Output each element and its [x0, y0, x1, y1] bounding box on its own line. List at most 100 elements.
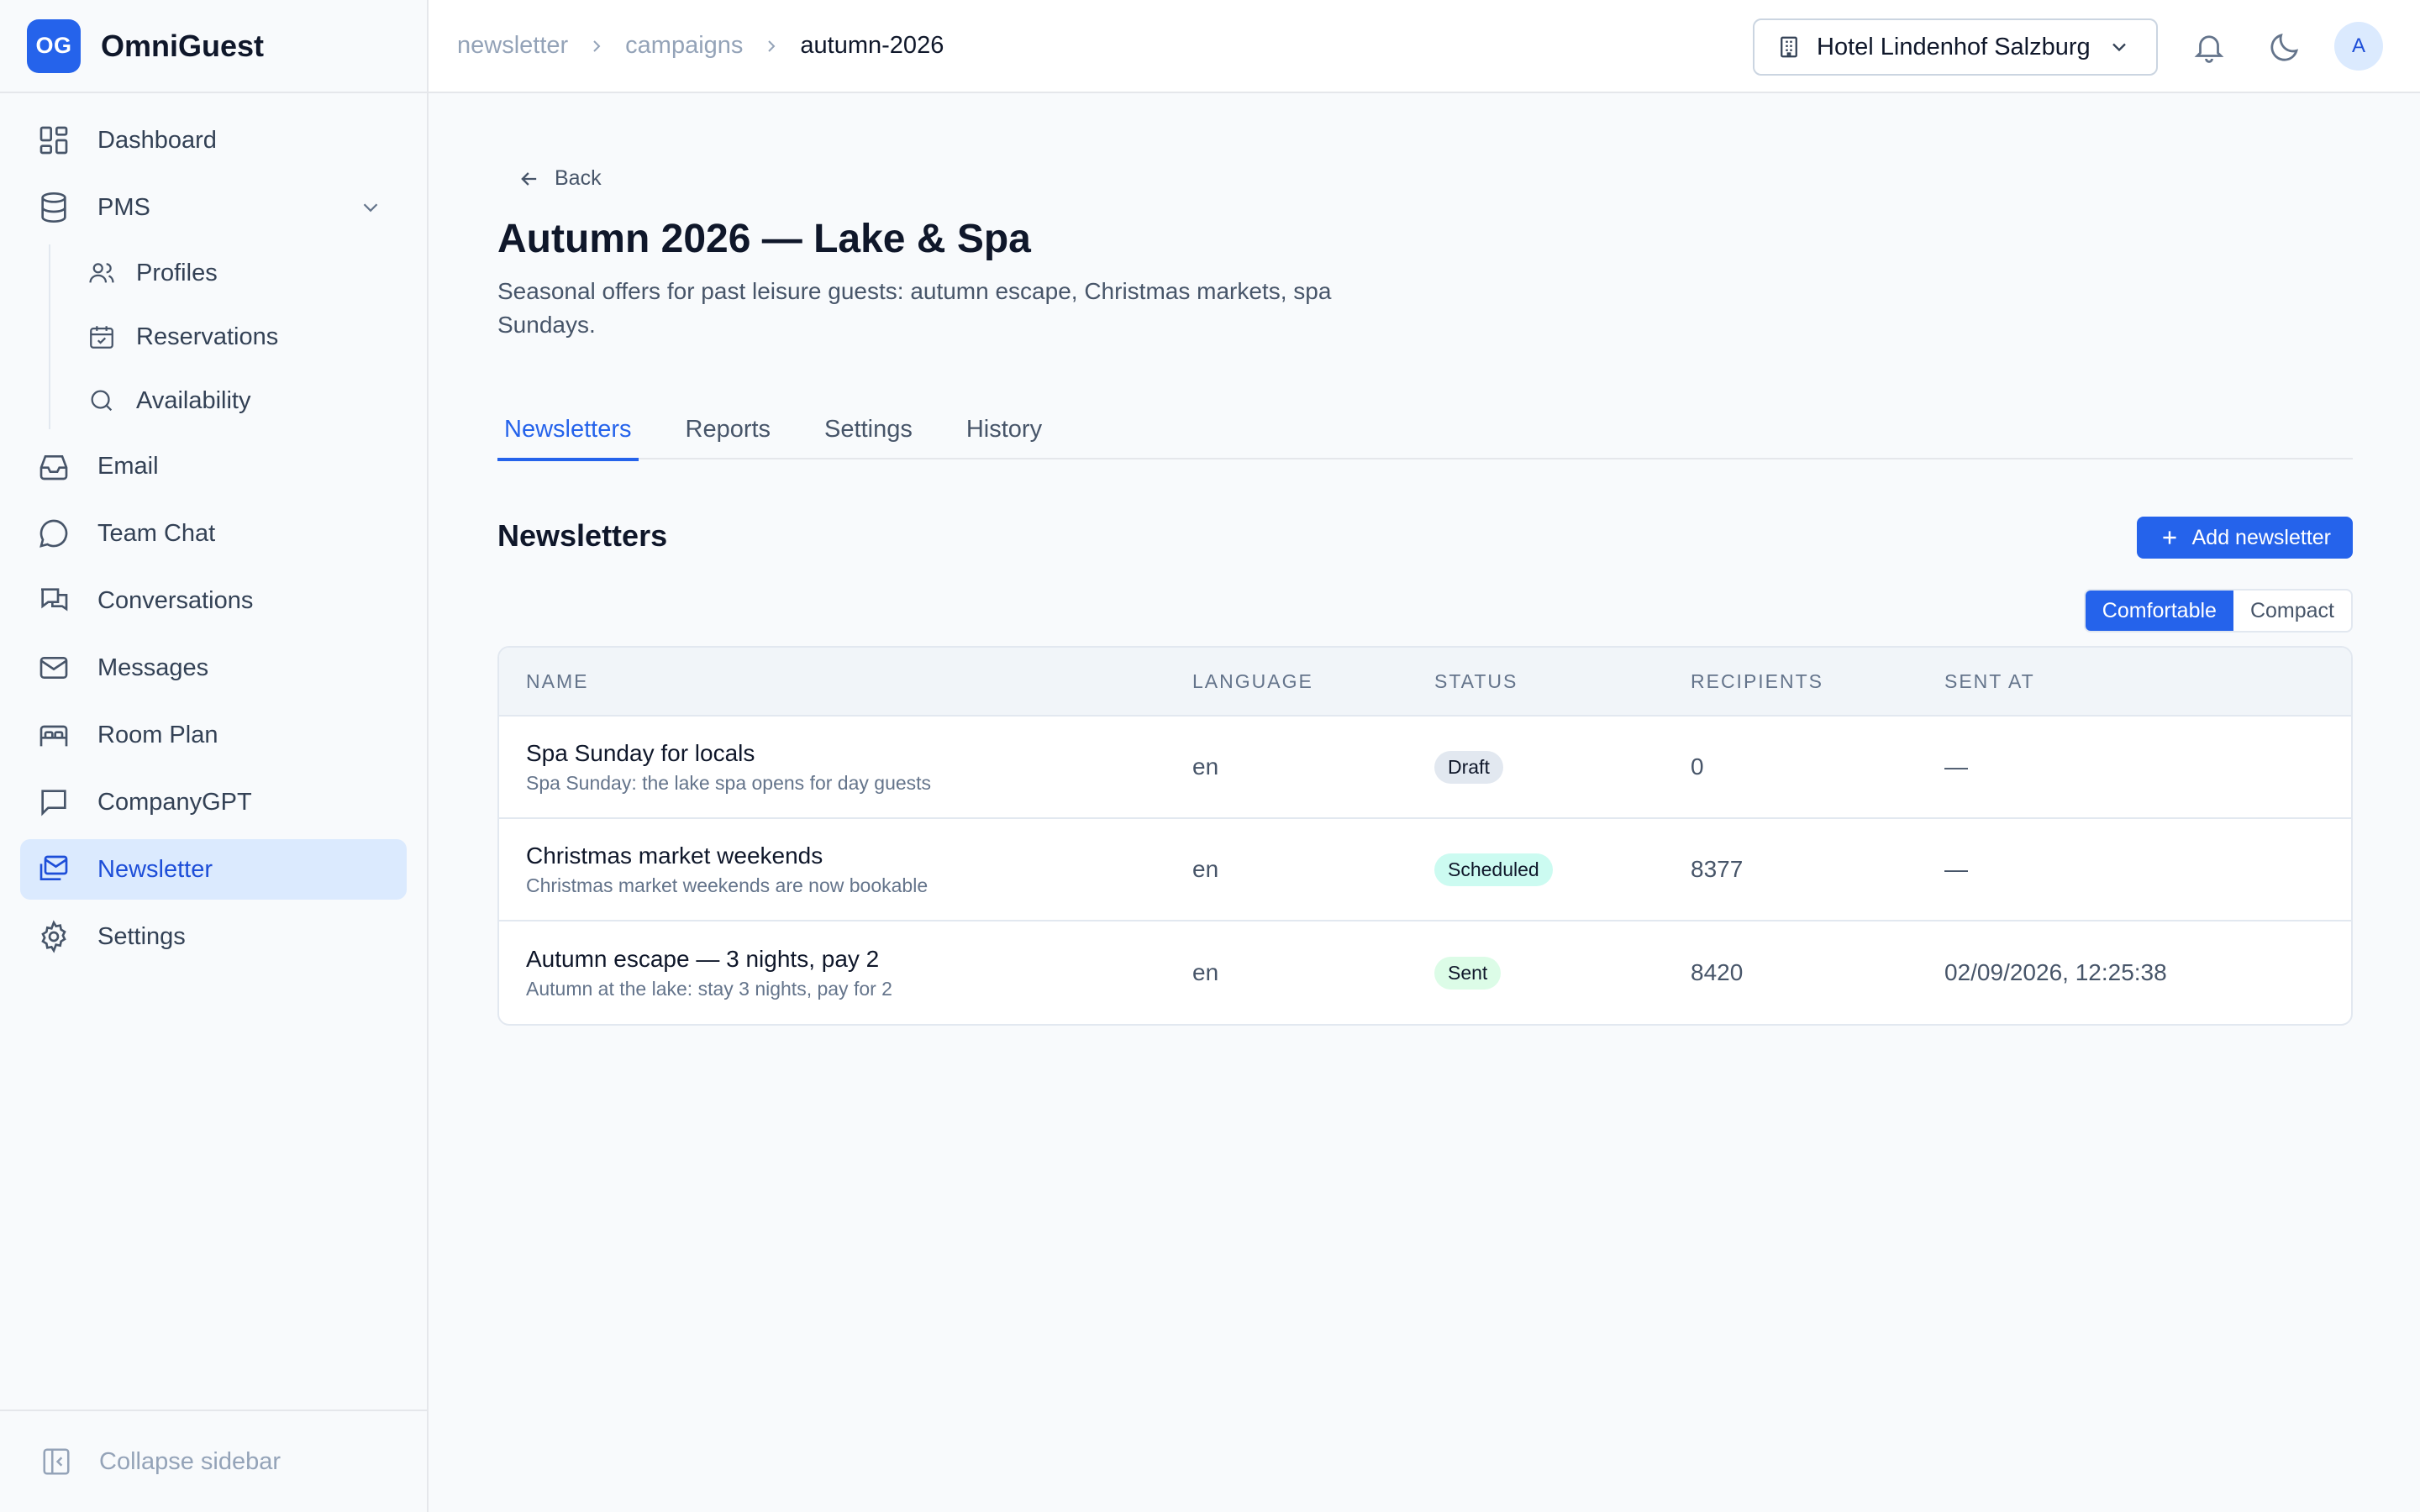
plus-icon — [2163, 531, 2176, 544]
arrow-left-icon — [521, 171, 537, 186]
sent-at-cell: — — [1944, 753, 1968, 780]
calendar-check-icon — [90, 326, 113, 349]
collapse-sidebar-button[interactable]: Collapse sidebar — [0, 1410, 427, 1512]
moon-icon[interactable] — [2267, 29, 2302, 65]
breadcrumb: newsletter campaigns autumn-2026 — [429, 32, 944, 60]
chevron-down-icon[interactable] — [358, 195, 383, 220]
chat-bubble-icon — [39, 519, 68, 548]
column-header-status[interactable]: STATUS — [1434, 670, 1518, 693]
hotel-select[interactable]: Hotel Lindenhof Salzburg — [1753, 18, 2158, 76]
tab-newsletters[interactable]: Newsletters — [497, 392, 639, 461]
section-title: Newsletters — [497, 518, 668, 553]
status-cell: Sent — [1434, 921, 1502, 1024]
add-newsletter-button[interactable]: Add newsletter — [2136, 517, 2353, 559]
sidebar-item-pms[interactable]: PMS — [20, 177, 407, 238]
hotel-select-value: Hotel Lindenhof Salzburg — [1817, 33, 2091, 60]
newsletter-subject: Spa Sunday: the lake spa opens for day g… — [526, 771, 932, 794]
sidebar-item-label: Availability — [136, 386, 251, 414]
sidebar-item-label: Room Plan — [97, 721, 218, 748]
brand[interactable]: OG OmniGuest — [0, 0, 427, 93]
status-cell: Draft — [1434, 717, 1503, 817]
chevron-right-icon — [768, 39, 776, 52]
sidebar-item-label: PMS — [97, 193, 150, 221]
tab-settings[interactable]: Settings — [818, 392, 919, 459]
inbox-icon — [39, 455, 68, 480]
density-comfortable[interactable]: Comfortable — [2085, 591, 2233, 631]
sidebar-item-label: Dashboard — [97, 126, 217, 154]
name-cell: Autumn escape — 3 nights, pay 2 Autumn a… — [526, 921, 892, 1024]
newsletter-name[interactable]: Spa Sunday for locals — [526, 740, 755, 767]
add-newsletter-label: Add newsletter — [2191, 525, 2331, 549]
status-badge: Scheduled — [1434, 853, 1553, 886]
table-row[interactable]: Christmas market weekends Christmas mark… — [499, 819, 2351, 921]
top-header: newsletter campaigns autumn-2026 Hotel L… — [429, 0, 2420, 93]
breadcrumb-campaigns[interactable]: campaigns — [625, 32, 743, 60]
newsletter-name[interactable]: Autumn escape — 3 nights, pay 2 — [526, 946, 879, 973]
language-cell: en — [1192, 856, 1219, 882]
column-header-language[interactable]: LANGUAGE — [1192, 670, 1313, 693]
bed-icon — [39, 725, 68, 747]
sidebar-item-messages[interactable]: Messages — [20, 638, 407, 698]
avatar[interactable]: A — [2334, 22, 2383, 71]
density-compact[interactable]: Compact — [2233, 591, 2351, 631]
pms-subnav: Profiles Reservations Availability — [49, 244, 427, 429]
building-icon — [1781, 36, 1797, 58]
column-header-sent-at[interactable]: SENT AT — [1944, 670, 2035, 693]
sidebar-item-label: Messages — [97, 654, 209, 681]
sidebar-item-label: CompanyGPT — [97, 788, 252, 816]
main-content: Back Autumn 2026 — Lake & Spa Seasonal o… — [429, 93, 2420, 1512]
sidebar-item-dashboard[interactable]: Dashboard — [20, 110, 407, 171]
brand-logo: OG — [27, 18, 81, 73]
newsletter-subject: Christmas market weekends are now bookab… — [526, 874, 929, 896]
collapse-sidebar-icon — [43, 1448, 70, 1475]
chevron-right-icon — [593, 39, 601, 52]
column-header-recipients[interactable]: RECIPIENTS — [1691, 670, 1823, 693]
page-description: Seasonal offers for past leisure guests:… — [497, 278, 1332, 338]
recipients-cell: 8420 — [1691, 959, 1744, 985]
status-badge: Draft — [1434, 750, 1503, 784]
bell-icon[interactable] — [2191, 29, 2227, 65]
chevron-down-icon — [2112, 43, 2126, 52]
brand-name: OmniGuest — [101, 28, 265, 63]
sidebar-item-settings[interactable]: Settings — [20, 906, 407, 967]
sidebar-item-profiles[interactable]: Profiles — [49, 244, 427, 302]
database-icon — [41, 192, 66, 223]
sent-at-cell: 02/09/2026, 12:25:38 — [1944, 959, 2167, 985]
mail-icon — [39, 657, 68, 679]
back-button[interactable]: Back — [518, 166, 602, 191]
sidebar-item-email[interactable]: Email — [20, 436, 407, 496]
table-row[interactable]: Autumn escape — 3 nights, pay 2 Autumn a… — [499, 921, 2351, 1024]
name-cell: Spa Sunday for locals Spa Sunday: the la… — [526, 717, 931, 817]
name-cell: Christmas market weekends Christmas mark… — [526, 819, 928, 920]
breadcrumb-current: autumn-2026 — [800, 32, 944, 59]
density-toggle: Comfortable Compact — [2083, 589, 2353, 633]
recipients-cell: 0 — [1691, 753, 1704, 780]
sidebar-item-label: Reservations — [136, 323, 279, 350]
sidebar-item-label: Profiles — [136, 259, 218, 286]
sidebar-item-availability[interactable]: Availability — [49, 372, 427, 429]
sidebar: OG OmniGuest Dashboard PMS Profiles Rese… — [0, 0, 429, 1512]
sidebar-item-companygpt[interactable]: CompanyGPT — [20, 772, 407, 832]
sidebar-nav: Dashboard PMS Profiles Reservations Avai… — [0, 93, 427, 967]
tab-reports[interactable]: Reports — [679, 392, 778, 459]
page-title: Autumn 2026 — Lake & Spa — [497, 217, 1031, 261]
breadcrumb-newsletter[interactable]: newsletter — [457, 32, 568, 60]
sidebar-item-conversations[interactable]: Conversations — [20, 570, 407, 631]
column-header-name[interactable]: NAME — [526, 670, 588, 693]
newsletters-table: NAME LANGUAGE STATUS RECIPIENTS SENT AT … — [497, 646, 2353, 1026]
dashboard-icon — [39, 126, 68, 155]
table-row[interactable]: Spa Sunday for locals Spa Sunday: the la… — [499, 717, 2351, 819]
sidebar-item-room-plan[interactable]: Room Plan — [20, 705, 407, 765]
newsletter-subject: Autumn at the lake: stay 3 nights, pay f… — [526, 977, 892, 1000]
tab-history[interactable]: History — [960, 392, 1049, 459]
language-cell: en — [1192, 959, 1219, 985]
newsletter-name[interactable]: Christmas market weekends — [526, 843, 823, 869]
newsletter-icon — [39, 855, 68, 880]
back-label: Back — [555, 166, 602, 190]
status-cell: Scheduled — [1434, 819, 1553, 920]
table-header: NAME LANGUAGE STATUS RECIPIENTS SENT AT — [499, 648, 2351, 717]
sidebar-item-newsletter[interactable]: Newsletter — [20, 839, 407, 900]
sidebar-item-team-chat[interactable]: Team Chat — [20, 503, 407, 564]
search-icon — [91, 390, 113, 412]
sidebar-item-reservations[interactable]: Reservations — [49, 308, 427, 365]
